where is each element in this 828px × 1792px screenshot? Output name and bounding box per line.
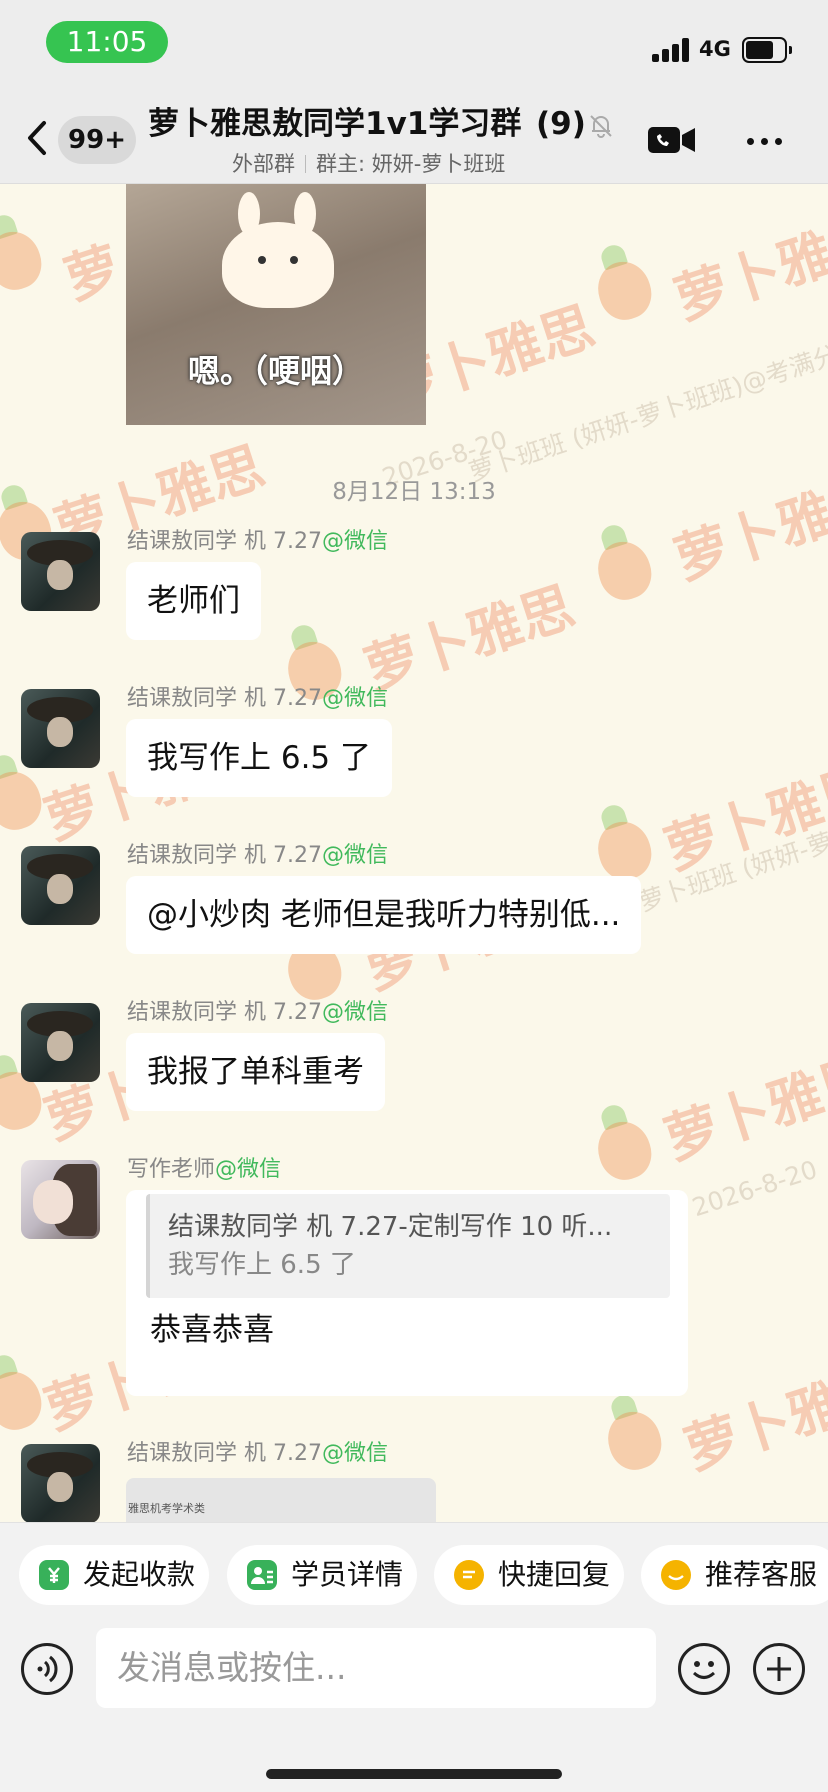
quick-action-bar: 发起收款 学员详情 快捷回复 推荐客服 bbox=[19, 1545, 828, 1605]
member-count: (9) bbox=[534, 104, 586, 144]
message-input[interactable]: 发消息或按住... bbox=[96, 1628, 656, 1708]
sticker-image[interactable]: 嗯。（哽咽） bbox=[126, 184, 426, 425]
video-call-icon[interactable] bbox=[648, 125, 696, 155]
emoji-icon[interactable] bbox=[678, 1643, 730, 1695]
message-bubble[interactable]: 我写作上 6.5 了 bbox=[126, 719, 393, 797]
sticker-caption: 嗯。（哽咽） bbox=[187, 352, 364, 390]
collect-payment-button[interactable]: 发起收款 bbox=[19, 1545, 209, 1605]
bottom-panel: 发起收款 学员详情 快捷回复 推荐客服 发消息或按住... bbox=[0, 1522, 828, 1792]
add-more-icon[interactable] bbox=[753, 1643, 805, 1695]
back-arrow-icon[interactable] bbox=[24, 120, 52, 156]
group-owner: 群主: 妍妍-萝卜班班 bbox=[316, 152, 506, 176]
avatar[interactable] bbox=[21, 846, 100, 925]
external-group-tag: 外部群 bbox=[232, 152, 295, 176]
sender-name: 结课敖同学 机 7.27@微信 bbox=[127, 1000, 388, 1025]
recommend-service-button[interactable]: 推荐客服 bbox=[641, 1545, 828, 1605]
message-bubble[interactable]: @小炒肉 老师但是我听力特别低... bbox=[126, 876, 642, 954]
yen-shield-icon bbox=[39, 1560, 69, 1590]
avatar[interactable] bbox=[21, 532, 100, 611]
voice-input-icon[interactable] bbox=[21, 1643, 73, 1695]
network-type: 4G bbox=[699, 37, 731, 61]
chat-subtitle: 外部群 群主: 妍妍-萝卜班班 bbox=[232, 150, 505, 178]
quoted-title: 结课敖同学 机 7.27-定制写作 10 听... bbox=[168, 1212, 613, 1242]
quick-reply-button[interactable]: 快捷回复 bbox=[434, 1545, 624, 1605]
avatar[interactable] bbox=[21, 1444, 100, 1522]
image-message[interactable]: 雅思机考学术类 bbox=[126, 1478, 436, 1522]
cellular-signal-icon bbox=[652, 38, 690, 62]
service-icon bbox=[661, 1560, 691, 1590]
quoted-text: 我写作上 6.5 了 bbox=[168, 1250, 356, 1280]
unread-badge[interactable]: 99+ bbox=[58, 116, 136, 164]
sender-name: 写作老师@微信 bbox=[127, 1157, 282, 1182]
sender-name: 结课敖同学 机 7.27@微信 bbox=[127, 529, 388, 554]
sender-name: 结课敖同学 机 7.27@微信 bbox=[127, 686, 388, 711]
quick-reply-icon bbox=[454, 1560, 484, 1590]
student-details-button[interactable]: 学员详情 bbox=[227, 1545, 417, 1605]
sender-name: 结课敖同学 机 7.27@微信 bbox=[127, 843, 388, 868]
battery-icon bbox=[742, 37, 792, 63]
avatar[interactable] bbox=[21, 1003, 100, 1082]
home-indicator bbox=[266, 1769, 562, 1779]
chat-area[interactable]: 嗯。（哽咽） 8月12日 13:13 结课敖同学 机 7.27@微信 老师们 结… bbox=[0, 184, 828, 1522]
message-bubble[interactable]: 老师们 bbox=[126, 562, 261, 640]
wechat-work-group-chat: 11:05 4G 99+ 萝卜雅思敖同学1v1学习群 (9) 外部群 群主: 妍妍… bbox=[0, 0, 828, 1792]
more-options-icon[interactable] bbox=[742, 126, 786, 156]
avatar[interactable] bbox=[21, 1160, 100, 1239]
chat-title[interactable]: 萝卜雅思敖同学1v1学习群 bbox=[148, 104, 578, 144]
sender-name: 结课敖同学 机 7.27@微信 bbox=[127, 1441, 388, 1466]
bunny-sticker-icon bbox=[222, 192, 334, 308]
person-list-icon bbox=[247, 1560, 277, 1590]
message-text: 恭喜恭喜 bbox=[150, 1312, 274, 1348]
message-timestamp: 8月12日 13:13 bbox=[332, 479, 496, 505]
avatar[interactable] bbox=[21, 689, 100, 768]
status-time: 11:05 bbox=[46, 21, 168, 63]
top-bar: 11:05 4G 99+ 萝卜雅思敖同学1v1学习群 (9) 外部群 群主: 妍妍… bbox=[0, 0, 828, 184]
message-bubble[interactable]: 我报了单科重考 bbox=[126, 1033, 385, 1111]
quoted-message[interactable]: 结课敖同学 机 7.27-定制写作 10 听... 我写作上 6.5 了 bbox=[146, 1194, 670, 1298]
image-caption: 雅思机考学术类 bbox=[128, 1502, 205, 1515]
muted-bell-icon bbox=[588, 113, 614, 139]
